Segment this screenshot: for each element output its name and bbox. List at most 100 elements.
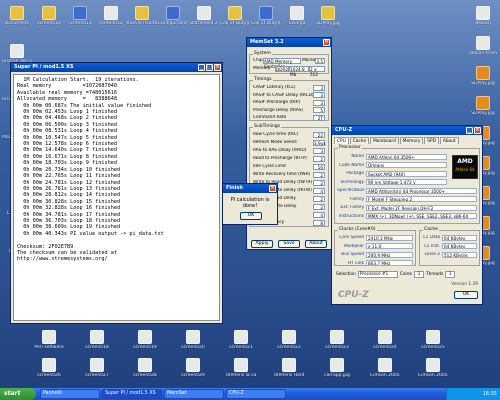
desktop-icon[interactable]: drehens Hardware bbox=[274, 358, 304, 378]
taskbar-item[interactable]: Pannelli bbox=[40, 389, 100, 399]
desktop-icon[interactable]: carrapp.jpg bbox=[322, 358, 352, 378]
desktop-icon[interactable]: drehens la calcolatrice bbox=[226, 358, 256, 378]
finish-titlebar[interactable]: Finish × bbox=[223, 184, 277, 193]
desktop-icon[interactable]: Kasvie risultato bbox=[127, 6, 157, 26]
minimize-icon[interactable]: _ bbox=[198, 64, 205, 71]
desktop-icon[interactable]: SDPlay.jpg bbox=[313, 6, 343, 26]
file-icon bbox=[42, 330, 56, 344]
save-button[interactable]: Save bbox=[278, 240, 300, 248]
subtiming-value-select[interactable]: 2 bbox=[313, 203, 325, 210]
desktop-icon[interactable]: Battlefield 2 bbox=[189, 6, 219, 26]
cpuz-value: F Model F Stepping 2 bbox=[366, 196, 477, 202]
superpi-window[interactable]: Super PI / mod1.5 XS _ □ × 1M Calculatio… bbox=[10, 62, 223, 324]
finish-ok-button[interactable]: OK bbox=[240, 212, 262, 220]
desktop-icon[interactable]: screen021 bbox=[226, 330, 256, 350]
tab-about[interactable]: About bbox=[439, 137, 459, 144]
tab-mainboard[interactable]: Mainboard bbox=[370, 137, 399, 144]
subtiming-value-select[interactable]: 3 bbox=[313, 147, 325, 154]
start-button[interactable]: start bbox=[0, 388, 36, 400]
cpuz-row: HT Link 803.7 MHz bbox=[337, 260, 413, 267]
subtiming-value-select[interactable]: 3.9us bbox=[313, 139, 326, 146]
subtiming-value-select[interactable]: 2 bbox=[313, 179, 325, 186]
desktop-icon[interactable]: Call of Duty(R) 2 Multiplayer bbox=[251, 6, 281, 26]
apply-button[interactable]: Apply bbox=[251, 240, 273, 248]
desktop-icon[interactable]: Cimson 2005 Megalan bbox=[418, 358, 448, 378]
tab-memory[interactable]: Memory bbox=[399, 137, 424, 144]
desktop-icon[interactable]: debian-fresh bbox=[468, 36, 498, 56]
desktop-icon[interactable]: screen028 bbox=[130, 358, 160, 378]
file-icon bbox=[259, 6, 273, 20]
cpuz-ok-button[interactable]: OK bbox=[454, 291, 478, 299]
subtiming-label: RAS to RAS Delay (tRRD) bbox=[253, 148, 307, 153]
cpuz-row: Family F Model F Stepping 2 bbox=[337, 196, 477, 203]
taskbar-item[interactable]: Super PI / mod1.5 XS bbox=[102, 389, 162, 399]
desktop-icon[interactable]: screen011 bbox=[65, 6, 95, 26]
desktop-icon[interactable]: SDPlay.jpg bbox=[468, 66, 498, 86]
memset-titlebar[interactable]: MemSet 3.2 × bbox=[247, 38, 331, 47]
desktop-icon[interactable]: Risorse del computer bbox=[2, 44, 32, 64]
desktop-icon[interactable]: SDPlay.jpg bbox=[468, 96, 498, 116]
tab-cpu[interactable]: CPU bbox=[334, 137, 349, 144]
timing-label: RAS# Precharge (tRP) bbox=[253, 100, 301, 105]
superpi-titlebar[interactable]: Super PI / mod1.5 XS _ □ × bbox=[11, 63, 222, 72]
desktop-icon[interactable]: screen026 bbox=[34, 358, 64, 378]
close-icon[interactable]: × bbox=[269, 185, 276, 192]
subtiming-value-select[interactable]: 4 bbox=[313, 187, 325, 194]
about-button[interactable]: About bbox=[305, 240, 327, 248]
cpuz-titlebar[interactable]: CPU-Z _ × bbox=[332, 126, 482, 135]
desktop-icon[interactable]: screen024 bbox=[370, 330, 400, 350]
selection-dropdown[interactable]: Processor #1 bbox=[357, 270, 398, 278]
superpi-console[interactable]: 1M Calculation Start. 19 iterations. Rea… bbox=[13, 74, 220, 321]
desktop-icon[interactable]: screen029 bbox=[178, 358, 208, 378]
desktop-icon[interactable]: Documenti bbox=[2, 6, 32, 26]
subtiming-value-select[interactable]: 2 bbox=[313, 171, 325, 178]
processor-group-label: Processor bbox=[338, 145, 362, 150]
desktop-icon[interactable]: screen012 bbox=[96, 6, 126, 26]
timing-value-select[interactable]: 2T bbox=[313, 114, 325, 121]
timing-value-select[interactable]: 3 bbox=[313, 84, 325, 91]
timing-value-select[interactable]: 3 bbox=[313, 92, 325, 98]
close-icon[interactable]: × bbox=[214, 64, 221, 71]
timing-row: Command Rate 2T bbox=[253, 114, 325, 121]
desktop-icon[interactable]: Call of Duty(R) 2 - Singleplayer bbox=[220, 6, 250, 26]
desktop-icon[interactable]: screen025 bbox=[418, 330, 448, 350]
subtiming-value-select[interactable]: 4 bbox=[313, 211, 325, 218]
minimize-icon[interactable]: _ bbox=[466, 127, 473, 134]
close-icon[interactable]: × bbox=[474, 127, 481, 134]
desktop-icon[interactable]: screen010 bbox=[34, 6, 64, 26]
subtiming-value-select[interactable]: 16 bbox=[313, 163, 325, 170]
desktop-icon[interactable]: debian bbox=[468, 6, 498, 26]
desktop-icon-label: Peri software bbox=[34, 345, 64, 350]
desktop-icon[interactable]: screen022 bbox=[274, 330, 304, 350]
subtiming-value-select[interactable]: 2 bbox=[313, 155, 325, 162]
subtimings-group-label: SubTimings bbox=[253, 124, 282, 129]
timing-value-select[interactable]: 3 bbox=[313, 99, 325, 106]
taskbar-item[interactable]: CPU-Z bbox=[226, 389, 286, 399]
desktop-icon[interactable]: Peri software bbox=[34, 330, 64, 350]
close-icon[interactable]: × bbox=[323, 39, 330, 46]
clocks-group: Clocks (Core#0) Core Speed 2410.3 MHz Mult… bbox=[334, 227, 416, 267]
desktop-icon-label: screen019 bbox=[133, 345, 157, 350]
finish-dialog[interactable]: Finish × PI calculation is done! OK bbox=[222, 183, 278, 225]
desktop-icon[interactable]: screen020 bbox=[178, 330, 208, 350]
timing-value-select[interactable]: 5 bbox=[313, 107, 325, 113]
desktop-icon[interactable]: screen018 bbox=[82, 330, 112, 350]
desktop-icon[interactable]: Cimson 2005 Megalan bbox=[370, 358, 400, 378]
tab-cache[interactable]: Cache bbox=[349, 137, 370, 144]
tab-spd[interactable]: SPD bbox=[424, 137, 439, 144]
desktop-icon[interactable]: screen027 bbox=[82, 358, 112, 378]
cpuz-window[interactable]: CPU-Z _ × CPU Cache Mainboard Memory SPD Abou… bbox=[331, 125, 483, 305]
subtiming-value-select[interactable]: 2 bbox=[313, 195, 325, 202]
desktop-icon[interactable]: Swarga bbox=[282, 6, 312, 26]
desktop-icon[interactable]: Configurazione bbox=[158, 6, 188, 26]
desktop-icon[interactable]: screen023 bbox=[322, 330, 352, 350]
subtiming-value-select[interactable]: 8 bbox=[313, 219, 325, 226]
file-icon bbox=[476, 36, 490, 50]
subtiming-row: Refresh Mode Select 3.9us bbox=[253, 139, 326, 146]
cpuz-value: 64 KBytes bbox=[442, 234, 477, 241]
taskbar-item[interactable]: MemSet bbox=[164, 389, 224, 399]
subtiming-value-select[interactable]: 22 bbox=[313, 131, 325, 138]
cpuz-row: Code Name Orleans bbox=[337, 162, 447, 169]
desktop-icon[interactable]: screen019 bbox=[130, 330, 160, 350]
maximize-icon[interactable]: □ bbox=[206, 64, 213, 71]
